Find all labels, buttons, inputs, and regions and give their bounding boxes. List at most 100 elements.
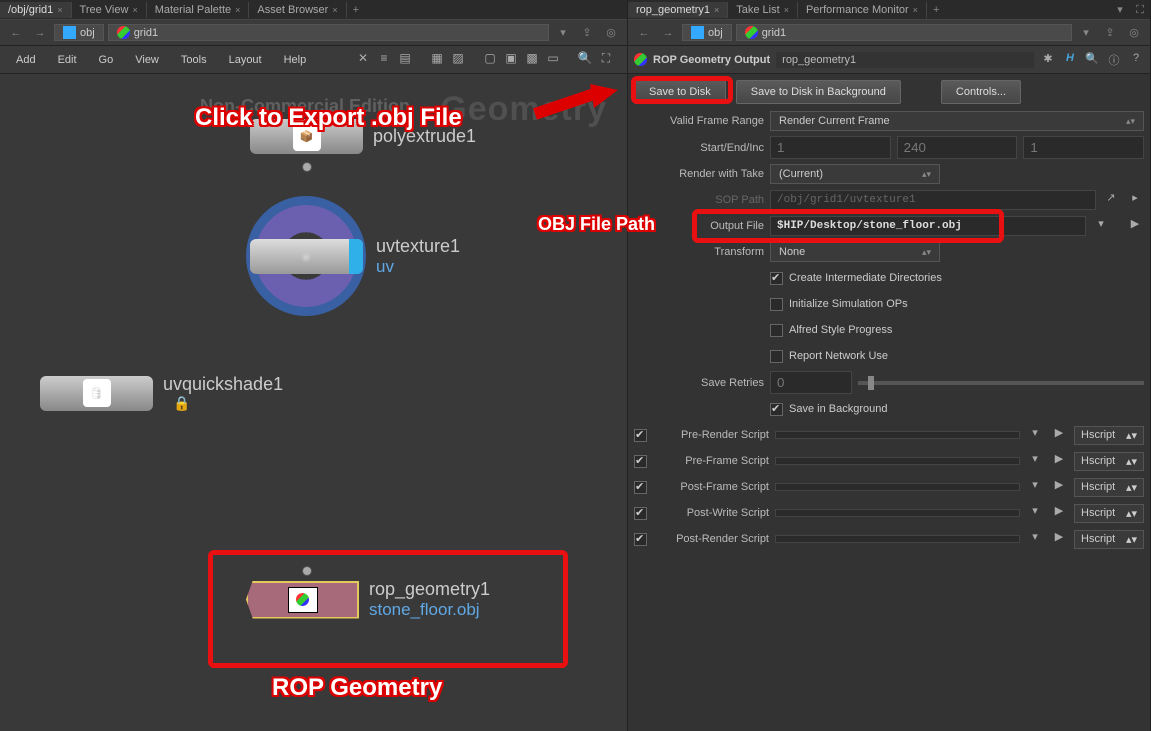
file-icon[interactable]: ▶ — [1050, 426, 1068, 444]
pre-frame-enable[interactable] — [634, 455, 647, 468]
node-name-field[interactable]: rop_geometry1 — [776, 52, 1034, 68]
pre-frame-field[interactable] — [775, 457, 1020, 465]
close-icon[interactable]: × — [332, 5, 337, 15]
node-polyextrude[interactable]: 📦 polyextrude1 — [250, 119, 476, 154]
help-icon[interactable]: ? — [1128, 52, 1144, 68]
image-icon[interactable]: ▩ — [523, 51, 541, 69]
pin-icon[interactable]: ⇪ — [1100, 23, 1120, 43]
end-field[interactable] — [897, 136, 1018, 159]
close-icon[interactable]: × — [714, 5, 719, 15]
node-rop-geometry[interactable]: rop_geometry1 stone_floor.obj — [246, 579, 490, 620]
path-seg-grid[interactable]: grid1 — [736, 24, 1072, 41]
dropdown-icon[interactable]: ▾ — [1026, 478, 1044, 496]
folder-icon[interactable]: ▭ — [544, 51, 562, 69]
tab-material-palette[interactable]: Material Palette× — [147, 2, 250, 18]
dropdown-icon[interactable]: ▾ — [1026, 452, 1044, 470]
lang-select[interactable]: Hscript▴▾ — [1074, 478, 1144, 497]
save-to-disk-button[interactable]: Save to Disk — [634, 80, 726, 104]
post-render-field[interactable] — [775, 535, 1020, 543]
node-uvtexture[interactable]: ◉ uvtexture1 uv — [246, 196, 460, 316]
close-icon[interactable]: × — [913, 5, 918, 15]
lang-select[interactable]: Hscript▴▾ — [1074, 452, 1144, 471]
menu-layout[interactable]: Layout — [219, 50, 272, 70]
tab-takelist[interactable]: Take List× — [728, 2, 798, 18]
tab-objgrid[interactable]: /obj/grid1× — [0, 2, 72, 18]
close-icon[interactable]: × — [57, 5, 62, 15]
menu-go[interactable]: Go — [89, 50, 124, 70]
lang-select[interactable]: Hscript▴▾ — [1074, 530, 1144, 549]
create-dirs-checkbox[interactable] — [770, 272, 783, 285]
output-dot[interactable] — [302, 162, 312, 172]
dropdown-icon[interactable]: ▾ — [1092, 217, 1110, 235]
grid-icon[interactable]: ▤ — [396, 51, 414, 69]
view-icon-2[interactable]: ▨ — [449, 51, 467, 69]
input-dot[interactable] — [302, 566, 312, 576]
dropdown-icon[interactable]: ▾ — [1110, 0, 1130, 20]
path-seg-obj[interactable]: obj — [54, 24, 104, 41]
post-frame-field[interactable] — [775, 483, 1020, 491]
gear-icon[interactable]: ✱ — [1040, 52, 1056, 68]
menu-help[interactable]: Help — [274, 50, 317, 70]
close-icon[interactable]: × — [784, 5, 789, 15]
pre-render-field[interactable] — [775, 431, 1020, 439]
tab-asset-browser[interactable]: Asset Browser× — [249, 2, 346, 18]
transform-select[interactable]: None▴▾ — [770, 242, 940, 262]
post-frame-enable[interactable] — [634, 481, 647, 494]
alfred-checkbox[interactable] — [770, 324, 783, 337]
target-icon[interactable]: ◎ — [601, 23, 621, 43]
post-write-enable[interactable] — [634, 507, 647, 520]
sticky-icon[interactable]: ▣ — [502, 51, 520, 69]
start-field[interactable] — [770, 136, 891, 159]
add-tab-button[interactable]: + — [927, 4, 945, 16]
node-uvquickshade[interactable]: 🛢 uvquickshade1 🔒 — [40, 374, 283, 412]
file-icon[interactable]: ▶ — [1050, 452, 1068, 470]
network-view[interactable]: Geometry Non-Commercial Edition 📦 polyex… — [0, 74, 627, 731]
list-icon[interactable]: ≡ — [375, 51, 393, 69]
valid-frame-select[interactable]: Render Current Frame▴▾ — [770, 111, 1144, 131]
file-icon[interactable]: ▶ — [1050, 504, 1068, 522]
dropdown-icon[interactable]: ▾ — [1026, 504, 1044, 522]
post-write-field[interactable] — [775, 509, 1020, 517]
view-icon-1[interactable]: ▦ — [428, 51, 446, 69]
menu-edit[interactable]: Edit — [48, 50, 87, 70]
pin-icon[interactable]: ⇪ — [577, 23, 597, 43]
back-button[interactable]: ← — [634, 23, 654, 43]
info-icon[interactable]: ⓘ — [1106, 52, 1122, 68]
init-sim-checkbox[interactable] — [770, 298, 783, 311]
op-chooser-icon[interactable]: ↗ — [1102, 191, 1120, 209]
output-file-field[interactable]: $HIP/Desktop/stone_floor.obj — [770, 216, 1086, 236]
lang-select[interactable]: Hscript▴▾ — [1074, 504, 1144, 523]
close-icon[interactable]: × — [235, 5, 240, 15]
forward-button[interactable]: → — [658, 23, 678, 43]
lang-select[interactable]: Hscript▴▾ — [1074, 426, 1144, 445]
path-seg-grid[interactable]: grid1 — [108, 24, 549, 41]
frame-icon[interactable]: ⛶ — [597, 51, 615, 69]
maximize-icon[interactable]: ⛶ — [1130, 0, 1150, 20]
dropdown-icon[interactable]: ▾ — [1026, 530, 1044, 548]
inc-field[interactable] — [1023, 136, 1144, 159]
dropdown-icon[interactable]: ▾ — [553, 23, 573, 43]
save-bg-checkbox[interactable] — [770, 403, 783, 416]
search-icon[interactable]: 🔍 — [576, 51, 594, 69]
report-net-checkbox[interactable] — [770, 350, 783, 363]
note-icon[interactable]: ▢ — [481, 51, 499, 69]
forward-button[interactable]: → — [30, 23, 50, 43]
save-bg-button[interactable]: Save to Disk in Background — [736, 80, 901, 104]
target-icon[interactable]: ◎ — [1124, 23, 1144, 43]
add-tab-button[interactable]: + — [347, 4, 365, 16]
controls-button[interactable]: Controls... — [941, 80, 1021, 104]
file-icon[interactable]: ▶ — [1050, 478, 1068, 496]
op-jump-icon[interactable]: ▸ — [1126, 191, 1144, 209]
tab-rop[interactable]: rop_geometry1× — [628, 2, 728, 18]
file-chooser-icon[interactable]: ▶ — [1126, 217, 1144, 235]
menu-view[interactable]: View — [125, 50, 169, 70]
menu-add[interactable]: Add — [6, 50, 46, 70]
tab-perfmon[interactable]: Performance Monitor× — [798, 2, 927, 18]
take-select[interactable]: (Current)▴▾ — [770, 164, 940, 184]
close-icon[interactable]: × — [132, 5, 137, 15]
retries-field[interactable] — [770, 371, 852, 394]
post-render-enable[interactable] — [634, 533, 647, 546]
retries-slider[interactable] — [858, 381, 1144, 385]
dropdown-icon[interactable]: ▾ — [1076, 23, 1096, 43]
file-icon[interactable]: ▶ — [1050, 530, 1068, 548]
